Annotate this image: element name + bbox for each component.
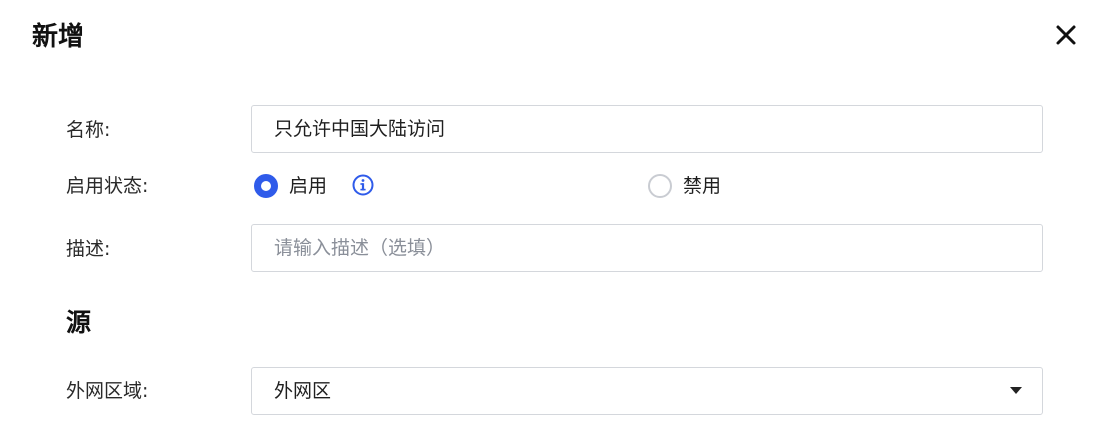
description-input[interactable]: 请输入描述（选填）: [251, 224, 1043, 272]
caret-down-icon: [1010, 387, 1022, 394]
radio-checked-icon: [254, 174, 278, 198]
info-icon[interactable]: [351, 173, 375, 197]
add-dialog: 新增 名称: 只允许中国大陆访问 启用状态: 启用 禁用 描述: 请输入描述（选…: [0, 0, 1115, 439]
radio-unchecked-icon: [648, 174, 672, 198]
dialog-title: 新增: [32, 22, 85, 52]
region-select[interactable]: 外网区: [251, 367, 1043, 415]
region-select-value: 外网区: [274, 380, 332, 402]
close-button[interactable]: [1049, 18, 1083, 52]
description-placeholder: 请输入描述（选填）: [274, 237, 446, 259]
close-icon: [1056, 25, 1076, 45]
description-label: 描述:: [66, 238, 111, 260]
name-label: 名称:: [66, 119, 111, 141]
status-radio-enabled[interactable]: 启用: [254, 173, 327, 199]
radio-label-enabled: 启用: [289, 175, 328, 197]
status-radio-disabled[interactable]: 禁用: [648, 173, 721, 199]
name-input-value: 只允许中国大陆访问: [274, 118, 446, 140]
region-label: 外网区域:: [66, 380, 149, 402]
source-section-title: 源: [66, 308, 92, 337]
radio-label-disabled: 禁用: [683, 175, 722, 197]
status-label: 启用状态:: [66, 175, 149, 197]
name-input[interactable]: 只允许中国大陆访问: [251, 105, 1043, 153]
